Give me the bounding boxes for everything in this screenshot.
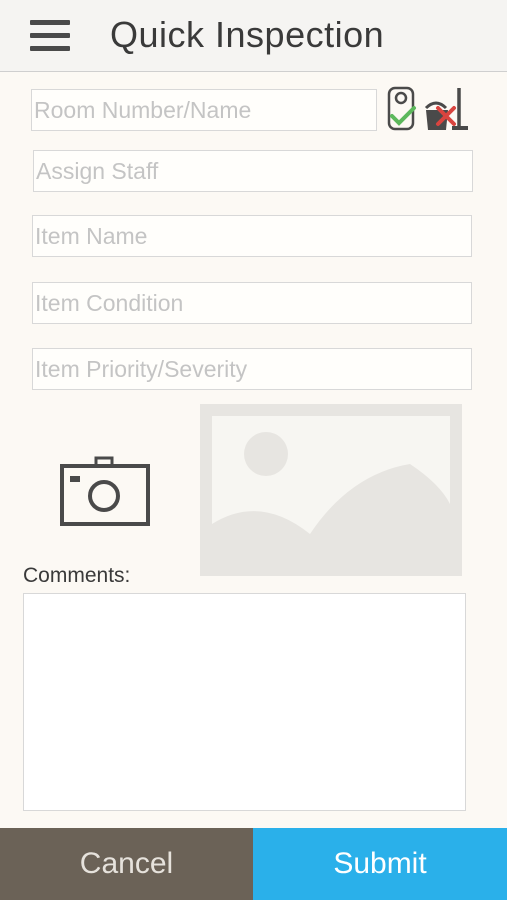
item-priority-input[interactable]	[32, 348, 472, 390]
cleaning-bucket-x-icon[interactable]	[424, 86, 470, 132]
door-hanger-check-icon[interactable]	[386, 86, 418, 132]
image-placeholder-icon	[200, 404, 462, 576]
hamburger-menu-icon[interactable]	[30, 20, 70, 51]
cancel-button[interactable]: Cancel	[0, 828, 253, 900]
item-name-input[interactable]	[32, 215, 472, 257]
assign-staff-input[interactable]	[33, 150, 473, 192]
comments-label: Comments:	[23, 564, 131, 587]
item-condition-input[interactable]	[32, 282, 472, 324]
app-header: Quick Inspection	[0, 0, 507, 72]
room-number-input[interactable]	[31, 89, 377, 131]
page-title: Quick Inspection	[110, 14, 385, 55]
comments-textarea[interactable]	[23, 593, 466, 811]
submit-button[interactable]: Submit	[253, 828, 507, 900]
camera-icon[interactable]	[60, 456, 150, 526]
